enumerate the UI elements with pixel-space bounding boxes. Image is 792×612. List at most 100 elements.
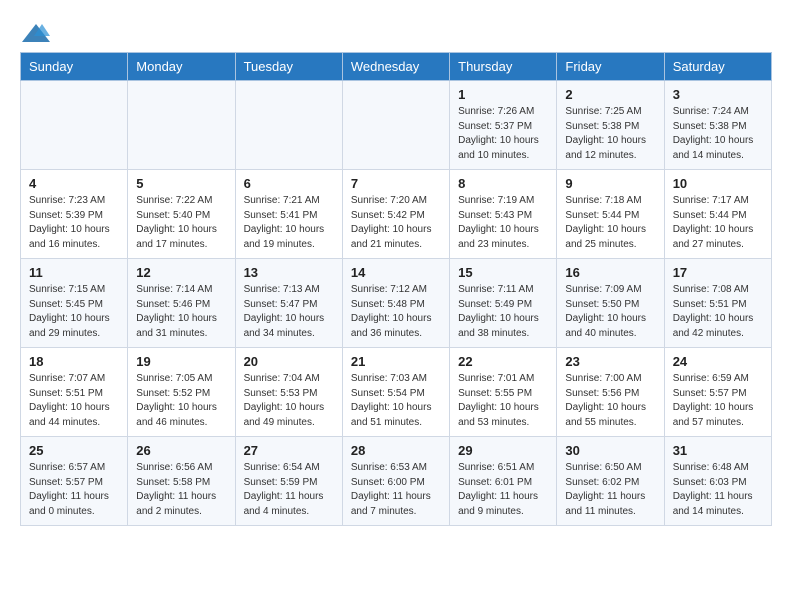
day-info: Sunrise: 7:20 AM Sunset: 5:42 PM Dayligh…	[351, 194, 441, 252]
day-cell: 14 Sunrise: 7:12 AM Sunset: 5:48 PM Dayli…	[342, 259, 449, 348]
day-info: Sunrise: 7:18 AM Sunset: 5:44 PM Dayligh…	[565, 194, 655, 252]
day-cell: 18 Sunrise: 7:07 AM Sunset: 5:51 PM Dayli…	[21, 348, 128, 437]
day-number: 26	[136, 443, 226, 458]
week-row-3: 11 Sunrise: 7:15 AM Sunset: 5:45 PM Dayli…	[21, 259, 772, 348]
day-number: 16	[565, 265, 655, 280]
day-number: 13	[244, 265, 334, 280]
day-cell: 22 Sunrise: 7:01 AM Sunset: 5:55 PM Dayli…	[450, 348, 557, 437]
weekday-header-row: SundayMondayTuesdayWednesdayThursdayFrid…	[21, 53, 772, 81]
day-cell	[342, 81, 449, 170]
day-number: 30	[565, 443, 655, 458]
week-row-2: 4 Sunrise: 7:23 AM Sunset: 5:39 PM Daylig…	[21, 170, 772, 259]
day-number: 28	[351, 443, 441, 458]
logo-icon	[22, 22, 50, 44]
day-cell: 11 Sunrise: 7:15 AM Sunset: 5:45 PM Dayli…	[21, 259, 128, 348]
day-info: Sunrise: 7:08 AM Sunset: 5:51 PM Dayligh…	[673, 283, 763, 341]
day-number: 29	[458, 443, 548, 458]
day-number: 11	[29, 265, 119, 280]
day-info: Sunrise: 6:48 AM Sunset: 6:03 PM Dayligh…	[673, 461, 763, 519]
day-number: 3	[673, 87, 763, 102]
day-number: 1	[458, 87, 548, 102]
day-info: Sunrise: 7:03 AM Sunset: 5:54 PM Dayligh…	[351, 372, 441, 430]
day-number: 10	[673, 176, 763, 191]
day-cell	[235, 81, 342, 170]
day-number: 8	[458, 176, 548, 191]
day-cell: 19 Sunrise: 7:05 AM Sunset: 5:52 PM Dayli…	[128, 348, 235, 437]
page-header	[20, 20, 772, 42]
logo	[20, 20, 50, 42]
day-cell: 5Sunrise: 7:22 AM Sunset: 5:40 PM Daylig…	[128, 170, 235, 259]
day-number: 27	[244, 443, 334, 458]
day-number: 21	[351, 354, 441, 369]
weekday-friday: Friday	[557, 53, 664, 81]
weekday-saturday: Saturday	[664, 53, 771, 81]
day-info: Sunrise: 7:00 AM Sunset: 5:56 PM Dayligh…	[565, 372, 655, 430]
day-info: Sunrise: 6:59 AM Sunset: 5:57 PM Dayligh…	[673, 372, 763, 430]
day-info: Sunrise: 7:23 AM Sunset: 5:39 PM Dayligh…	[29, 194, 119, 252]
day-cell: 7 Sunrise: 7:20 AM Sunset: 5:42 PM Daylig…	[342, 170, 449, 259]
day-info: Sunrise: 7:14 AM Sunset: 5:46 PM Dayligh…	[136, 283, 226, 341]
weekday-wednesday: Wednesday	[342, 53, 449, 81]
day-info: Sunrise: 7:17 AM Sunset: 5:44 PM Dayligh…	[673, 194, 763, 252]
day-info: Sunrise: 7:19 AM Sunset: 5:43 PM Dayligh…	[458, 194, 548, 252]
weekday-monday: Monday	[128, 53, 235, 81]
day-cell: 9 Sunrise: 7:18 AM Sunset: 5:44 PM Daylig…	[557, 170, 664, 259]
day-info: Sunrise: 6:53 AM Sunset: 6:00 PM Dayligh…	[351, 461, 441, 519]
week-row-4: 18 Sunrise: 7:07 AM Sunset: 5:51 PM Dayli…	[21, 348, 772, 437]
day-info: Sunrise: 7:25 AM Sunset: 5:38 PM Dayligh…	[565, 105, 655, 163]
weekday-tuesday: Tuesday	[235, 53, 342, 81]
day-number: 6	[244, 176, 334, 191]
day-number: 31	[673, 443, 763, 458]
day-info: Sunrise: 6:56 AM Sunset: 5:58 PM Dayligh…	[136, 461, 226, 519]
day-number: 19	[136, 354, 226, 369]
day-info: Sunrise: 7:24 AM Sunset: 5:38 PM Dayligh…	[673, 105, 763, 163]
day-info: Sunrise: 7:15 AM Sunset: 5:45 PM Dayligh…	[29, 283, 119, 341]
day-cell: 10 Sunrise: 7:17 AM Sunset: 5:44 PM Dayli…	[664, 170, 771, 259]
day-cell: 24 Sunrise: 6:59 AM Sunset: 5:57 PM Dayli…	[664, 348, 771, 437]
day-cell: 8 Sunrise: 7:19 AM Sunset: 5:43 PM Daylig…	[450, 170, 557, 259]
week-row-5: 25 Sunrise: 6:57 AM Sunset: 5:57 PM Dayli…	[21, 437, 772, 526]
day-number: 7	[351, 176, 441, 191]
day-info: Sunrise: 7:12 AM Sunset: 5:48 PM Dayligh…	[351, 283, 441, 341]
day-info: Sunrise: 7:05 AM Sunset: 5:52 PM Dayligh…	[136, 372, 226, 430]
day-info: Sunrise: 6:57 AM Sunset: 5:57 PM Dayligh…	[29, 461, 119, 519]
day-cell: 31 Sunrise: 6:48 AM Sunset: 6:03 PM Dayli…	[664, 437, 771, 526]
day-number: 23	[565, 354, 655, 369]
day-cell: 21 Sunrise: 7:03 AM Sunset: 5:54 PM Dayli…	[342, 348, 449, 437]
day-cell: 15Sunrise: 7:11 AM Sunset: 5:49 PM Dayli…	[450, 259, 557, 348]
day-info: Sunrise: 7:07 AM Sunset: 5:51 PM Dayligh…	[29, 372, 119, 430]
day-number: 25	[29, 443, 119, 458]
day-number: 17	[673, 265, 763, 280]
day-cell: 30 Sunrise: 6:50 AM Sunset: 6:02 PM Dayli…	[557, 437, 664, 526]
day-number: 20	[244, 354, 334, 369]
day-info: Sunrise: 6:51 AM Sunset: 6:01 PM Dayligh…	[458, 461, 548, 519]
calendar-table: SundayMondayTuesdayWednesdayThursdayFrid…	[20, 52, 772, 526]
day-cell: 17 Sunrise: 7:08 AM Sunset: 5:51 PM Dayli…	[664, 259, 771, 348]
day-cell: 25 Sunrise: 6:57 AM Sunset: 5:57 PM Dayli…	[21, 437, 128, 526]
day-info: Sunrise: 7:01 AM Sunset: 5:55 PM Dayligh…	[458, 372, 548, 430]
day-info: Sunrise: 6:54 AM Sunset: 5:59 PM Dayligh…	[244, 461, 334, 519]
day-number: 4	[29, 176, 119, 191]
day-cell: 13 Sunrise: 7:13 AM Sunset: 5:47 PM Dayli…	[235, 259, 342, 348]
day-cell: 27 Sunrise: 6:54 AM Sunset: 5:59 PM Dayli…	[235, 437, 342, 526]
week-row-1: 1Sunrise: 7:26 AM Sunset: 5:37 PM Daylig…	[21, 81, 772, 170]
day-cell: 26 Sunrise: 6:56 AM Sunset: 5:58 PM Dayli…	[128, 437, 235, 526]
day-cell: 1Sunrise: 7:26 AM Sunset: 5:37 PM Daylig…	[450, 81, 557, 170]
day-number: 15	[458, 265, 548, 280]
weekday-thursday: Thursday	[450, 53, 557, 81]
day-number: 14	[351, 265, 441, 280]
day-number: 22	[458, 354, 548, 369]
day-cell: 29 Sunrise: 6:51 AM Sunset: 6:01 PM Dayli…	[450, 437, 557, 526]
day-cell: 12 Sunrise: 7:14 AM Sunset: 5:46 PM Dayli…	[128, 259, 235, 348]
day-cell: 3 Sunrise: 7:24 AM Sunset: 5:38 PM Daylig…	[664, 81, 771, 170]
day-number: 24	[673, 354, 763, 369]
day-number: 12	[136, 265, 226, 280]
day-cell: 2 Sunrise: 7:25 AM Sunset: 5:38 PM Daylig…	[557, 81, 664, 170]
day-number: 18	[29, 354, 119, 369]
day-info: Sunrise: 6:50 AM Sunset: 6:02 PM Dayligh…	[565, 461, 655, 519]
day-cell: 28 Sunrise: 6:53 AM Sunset: 6:00 PM Dayli…	[342, 437, 449, 526]
day-number: 9	[565, 176, 655, 191]
day-info: Sunrise: 7:13 AM Sunset: 5:47 PM Dayligh…	[244, 283, 334, 341]
day-cell	[21, 81, 128, 170]
day-number: 2	[565, 87, 655, 102]
